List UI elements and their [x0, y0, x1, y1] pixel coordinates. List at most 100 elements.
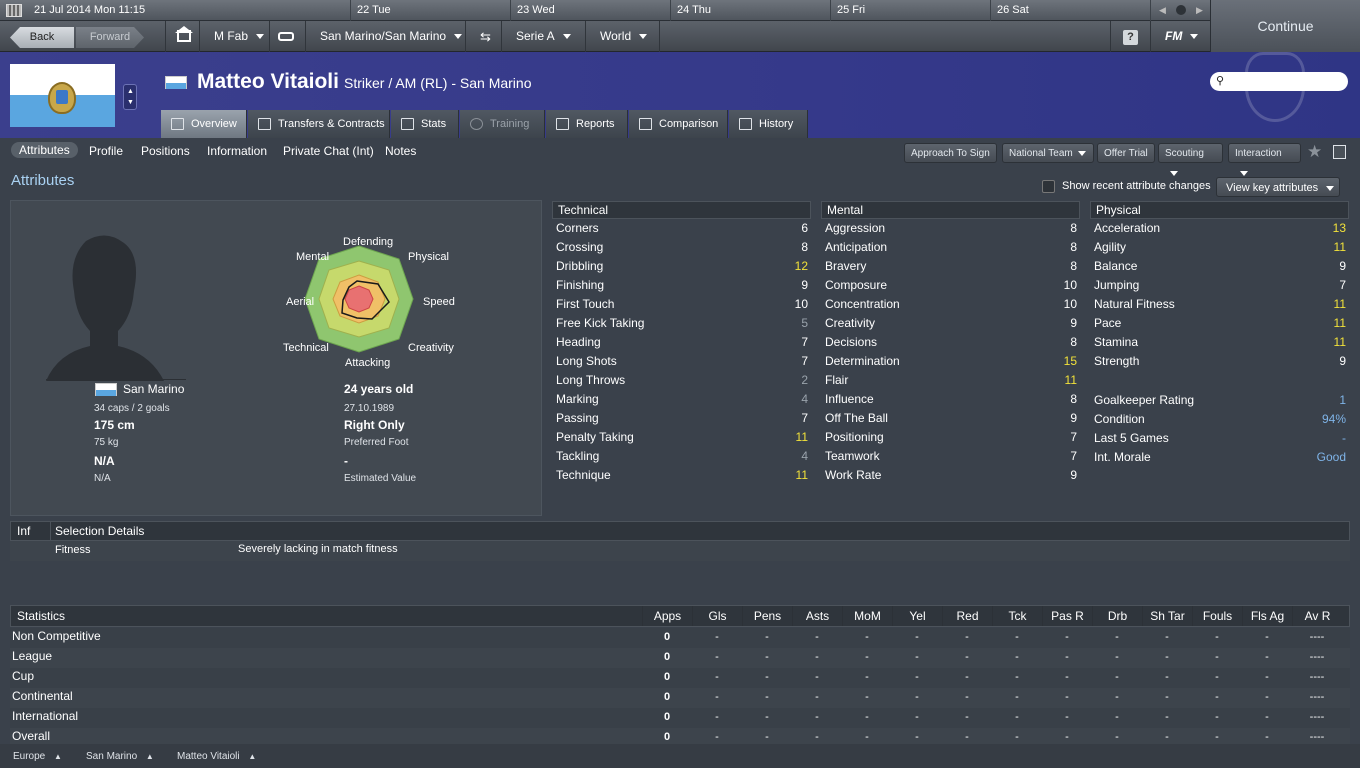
tab-training[interactable]: Training	[460, 110, 545, 138]
attribute-row[interactable]: Passing 7	[556, 409, 812, 428]
attribute-row[interactable]: Free Kick Taking 5	[556, 314, 812, 333]
attribute-row[interactable]: Natural Fitness 11	[1094, 295, 1350, 314]
down-arrow-icon[interactable]: ▼	[127, 99, 134, 106]
tab-comparison[interactable]: Comparison	[629, 110, 728, 138]
stat-column-header[interactable]: Asts	[792, 606, 842, 626]
calendar-day[interactable]: 26 Sat	[990, 0, 1150, 21]
stat-column-header[interactable]: Gls	[692, 606, 742, 626]
attribute-row[interactable]: Stamina 11	[1094, 333, 1350, 352]
help-button[interactable]: ?	[1110, 21, 1150, 52]
attribute-row[interactable]: Teamwork 7	[825, 447, 1081, 466]
league-menu[interactable]: Serie A	[501, 21, 585, 52]
breadcrumb-europe[interactable]: Europe ▲	[13, 751, 62, 762]
offer-trial-button[interactable]: Offer Trial	[1097, 143, 1155, 163]
tab-transfers[interactable]: Transfers & Contracts	[248, 110, 390, 138]
tab-overview[interactable]: Overview	[161, 110, 247, 138]
attribute-row[interactable]: Acceleration 13	[1094, 219, 1350, 238]
subnav-information[interactable]: Information	[207, 144, 267, 158]
home-button[interactable]	[165, 21, 199, 52]
stat-column-header[interactable]: MoM	[842, 606, 892, 626]
attribute-row[interactable]: Determination 15	[825, 352, 1081, 371]
attribute-row[interactable]: Pace 11	[1094, 314, 1350, 333]
attribute-row[interactable]: Decisions 8	[825, 333, 1081, 352]
tab-reports[interactable]: Reports	[546, 110, 628, 138]
stat-column-header[interactable]: Tck	[992, 606, 1042, 626]
stat-column-header[interactable]: Drb	[1092, 606, 1142, 626]
subnav-positions[interactable]: Positions	[141, 144, 190, 158]
attribute-row[interactable]: Aggression 8	[825, 219, 1081, 238]
stat-column-header[interactable]: Sh Tar	[1142, 606, 1192, 626]
nation-name[interactable]: San Marino	[123, 382, 184, 396]
attribute-row[interactable]: Balance 9	[1094, 257, 1350, 276]
calendar-day[interactable]: 24 Thu	[670, 0, 830, 21]
club-menu[interactable]: San Marino/San Marino	[305, 21, 465, 52]
attribute-row[interactable]: Marking 4	[556, 390, 812, 409]
attribute-row[interactable]: Composure 10	[825, 276, 1081, 295]
subnav-notes[interactable]: Notes	[385, 144, 416, 158]
approach-to-sign-button[interactable]: Approach To Sign	[904, 143, 997, 163]
attribute-row[interactable]: Concentration 10	[825, 295, 1081, 314]
prev-icon[interactable]: ◀	[1159, 5, 1166, 16]
interaction-button[interactable]: Interaction	[1228, 143, 1301, 176]
subnav-private-chat[interactable]: Private Chat (Int)	[283, 144, 374, 158]
search-input[interactable]: ⚲	[1210, 72, 1348, 91]
attribute-row[interactable]: Finishing 9	[556, 276, 812, 295]
attribute-row[interactable]: Dribbling 12	[556, 257, 812, 276]
breadcrumb-player[interactable]: Matteo Vitaioli ▲	[177, 751, 256, 762]
attribute-row[interactable]: Creativity 9	[825, 314, 1081, 333]
stat-column-header[interactable]: Yel	[892, 606, 942, 626]
swap-button[interactable]: ⇆	[465, 21, 501, 52]
world-menu[interactable]: World	[585, 21, 659, 52]
scouting-button[interactable]: Scouting	[1158, 143, 1223, 176]
attribute-row[interactable]: Tackling 4	[556, 447, 812, 466]
current-date[interactable]: 21 Jul 2014 Mon 11:15	[28, 0, 350, 21]
attribute-row[interactable]: Corners 6	[556, 219, 812, 238]
stat-column-header[interactable]: Pens	[742, 606, 792, 626]
manager-menu[interactable]: M Fab	[199, 21, 269, 52]
calendar-day[interactable]: 25 Fri	[830, 0, 990, 21]
attribute-row[interactable]: Agility 11	[1094, 238, 1350, 257]
stat-column-header[interactable]: Fouls	[1192, 606, 1242, 626]
national-team-button[interactable]: National Team	[1002, 143, 1094, 163]
tab-stats[interactable]: Stats	[391, 110, 459, 138]
attribute-row[interactable]: Off The Ball 9	[825, 409, 1081, 428]
next-icon[interactable]: ▶	[1196, 5, 1203, 16]
stat-column-header[interactable]: Fls Ag	[1242, 606, 1292, 626]
tab-history[interactable]: History	[729, 110, 808, 138]
stat-column-header[interactable]: Pas R	[1042, 606, 1092, 626]
fm-menu[interactable]: FM	[1150, 21, 1210, 52]
attribute-row[interactable]: Bravery 8	[825, 257, 1081, 276]
attribute-row[interactable]: Long Shots 7	[556, 352, 812, 371]
stat-column-header[interactable]: Red	[942, 606, 992, 626]
attribute-row[interactable]: First Touch 10	[556, 295, 812, 314]
attribute-row[interactable]: Crossing 8	[556, 238, 812, 257]
subnav-profile[interactable]: Profile	[89, 144, 123, 158]
view-key-attributes-button[interactable]: View key attributes	[1216, 177, 1340, 197]
player-stepper[interactable]: ▲ ▼	[123, 84, 137, 110]
calendar-scroll[interactable]: ◀ ▶	[1150, 0, 1210, 21]
star-icon[interactable]: ★	[1307, 142, 1322, 162]
up-arrow-icon[interactable]: ▲	[127, 88, 134, 95]
attribute-row[interactable]: Penalty Taking 11	[556, 428, 812, 447]
attribute-row[interactable]: Positioning 7	[825, 428, 1081, 447]
attribute-row[interactable]: Work Rate 9	[825, 466, 1081, 485]
add-note-icon[interactable]	[1333, 145, 1346, 159]
stat-column-header[interactable]: Apps	[642, 606, 692, 626]
attribute-row[interactable]: Technique 11	[556, 466, 812, 485]
stat-column-header[interactable]: Av R	[1292, 606, 1342, 626]
attribute-row[interactable]: Long Throws 2	[556, 371, 812, 390]
back-button[interactable]: Back	[10, 27, 74, 48]
attribute-row[interactable]: Strength 9	[1094, 352, 1350, 371]
inbox-button[interactable]	[269, 21, 305, 52]
attribute-row[interactable]: Flair 11	[825, 371, 1081, 390]
continue-button[interactable]: Continue	[1210, 0, 1360, 52]
calendar-day[interactable]: 23 Wed	[510, 0, 670, 21]
calendar-day[interactable]: 22 Tue	[350, 0, 510, 21]
attribute-row[interactable]: Influence 8	[825, 390, 1081, 409]
subnav-attributes[interactable]: Attributes	[11, 142, 78, 158]
attribute-row[interactable]: Heading 7	[556, 333, 812, 352]
attribute-row[interactable]: Anticipation 8	[825, 238, 1081, 257]
forward-button[interactable]: Forward	[76, 27, 144, 48]
calendar-icon[interactable]	[6, 4, 22, 17]
recent-changes-checkbox[interactable]	[1042, 180, 1055, 193]
